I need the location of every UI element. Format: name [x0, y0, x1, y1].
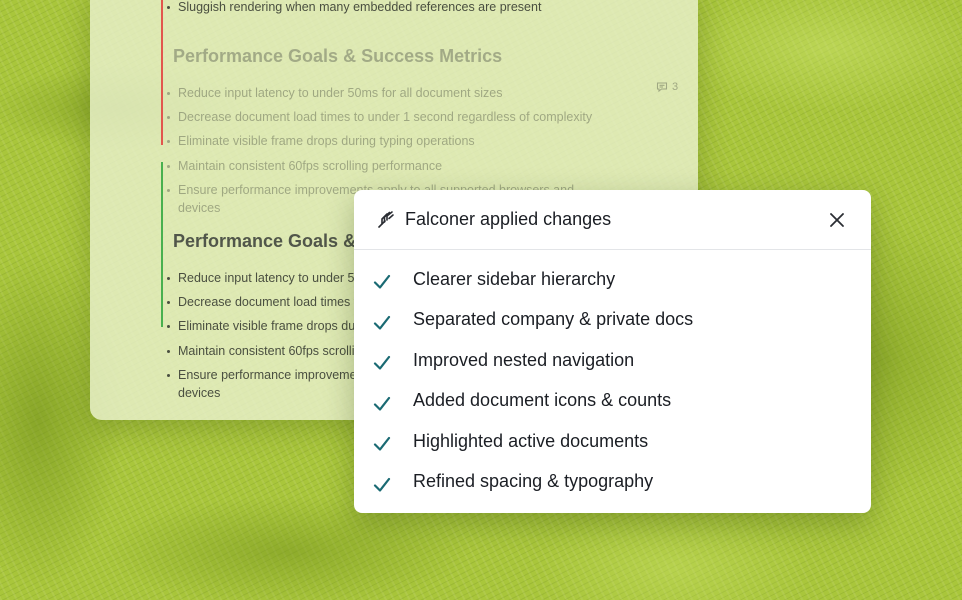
change-list: Clearer sidebar hierarchy Separated comp… [354, 250, 871, 502]
list-item: Clearer sidebar hierarchy [354, 259, 871, 300]
comment-count-label: 3 [672, 81, 679, 93]
list-item: Improved nested navigation [354, 340, 871, 381]
list-item: Separated company & private docs [354, 300, 871, 341]
dialog-header: Falconer applied changes [354, 190, 871, 250]
change-label: Improved nested navigation [413, 349, 635, 370]
section-heading: Performance Goals & Success Metrics [173, 46, 503, 66]
list-item: Added document icons & counts [354, 381, 871, 422]
check-icon [373, 477, 391, 492]
removed-change-bar [161, 0, 163, 145]
list-item: Sluggish rendering when many embedded re… [167, 0, 608, 16]
comment-count[interactable]: 3 [656, 81, 678, 93]
check-icon [373, 275, 391, 289]
close-icon [830, 213, 844, 227]
list-item: Highlighted active documents [354, 421, 871, 462]
list-item: Eliminate visible frame drops during typ… [167, 132, 608, 150]
list-item: Refined spacing & typography [354, 462, 871, 503]
change-label: Highlighted active documents [413, 430, 649, 451]
close-button[interactable] [827, 210, 847, 230]
comment-icon [656, 82, 668, 93]
change-label: Separated company & private docs [413, 309, 694, 330]
check-icon [373, 356, 391, 370]
changes-dialog: Falconer applied changes Clearer sidebar… [354, 190, 871, 513]
change-label: Refined spacing & typography [413, 471, 654, 492]
check-icon [373, 315, 391, 330]
list-item: Decrease document load times to under 1 … [167, 108, 608, 126]
check-icon [373, 437, 391, 451]
falconer-logo-icon [376, 210, 396, 230]
check-icon [373, 396, 391, 411]
change-label: Clearer sidebar hierarchy [413, 268, 616, 289]
added-change-bar [161, 162, 163, 327]
change-label: Added document icons & counts [413, 390, 672, 411]
list-item: Reduce input latency to under 50ms for a… [167, 84, 608, 102]
dialog-title: Falconer applied changes [405, 209, 612, 229]
list-item: Maintain consistent 60fps scrolling perf… [167, 157, 608, 175]
